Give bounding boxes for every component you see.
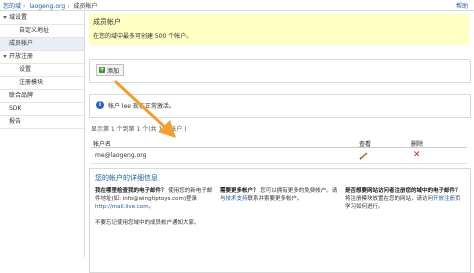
breadcrumb: 您的域 › laogeng.org › 成员帐户 (3, 1, 100, 10)
details-text: 将注册模块放置在您的网站，请访问 (345, 196, 434, 202)
sidebar-item-label: 自定义地址 (19, 27, 50, 34)
sidebar-item-label: 注册模块 (19, 79, 44, 86)
sidebar-item-label: 报告 (9, 118, 22, 125)
details-column-open-signup: 是否想要网站访问者注册您的域中的电子邮件？ 将注册模块放置在您的网站，请访问开放… (345, 187, 463, 211)
breadcrumb-domain[interactable]: laogeng.org (29, 3, 65, 10)
sidebar-item-settings[interactable]: 设置 (0, 64, 84, 77)
expand-icon (3, 16, 7, 19)
sidebar-item-label: 成员帐户 (9, 40, 34, 47)
sidebar-item-custom-addresses[interactable]: 自定义地址 (0, 25, 84, 38)
column-header-account: 帐户名 (93, 141, 112, 148)
details-heading: 是否想要网站访问者注册您的域中的电子邮件？ (345, 188, 461, 194)
help-link[interactable]: 帮助 (456, 1, 468, 10)
mail-live-link[interactable]: http://mail.live.com (95, 204, 149, 210)
expand-icon (3, 55, 7, 58)
sidebar-item-label: SDK (9, 105, 22, 112)
account-email: me@laogeng.org (95, 152, 147, 159)
sidebar-item-domain-settings[interactable]: 域设置 (0, 12, 84, 25)
top-bar: 您的域 › laogeng.org › 成员帐户 帮助 (0, 0, 474, 11)
info-message: 帐户 lee 现在正常激活。 (108, 103, 175, 110)
column-header-view: 查看 (359, 141, 372, 148)
sidebar: 域设置 自定义地址 成员帐户 开放注册 设置 注册模块 联合品牌 SDK 报告 (0, 12, 85, 257)
sidebar-item-reports[interactable]: 报告 (0, 116, 84, 129)
toolbar: + 添加 (89, 59, 471, 83)
sidebar-item-label: 设置 (19, 66, 32, 73)
sidebar-item-label: 域设置 (9, 14, 28, 21)
info-banner: i 帐户 lee 现在正常激活。 (89, 94, 471, 118)
page-title: 成员帐户 (93, 18, 121, 26)
sidebar-item-label: 开放注册 (9, 53, 34, 60)
sidebar-item-signup-module[interactable]: 注册模块 (0, 77, 84, 90)
account-count: 显示第 1 个到第 1 个(共 1 个帐户 ) (91, 126, 187, 133)
details-heading: 需要更多帐户？ (220, 188, 259, 194)
table-row: me@laogeng.org ✕ (91, 149, 467, 164)
details-column-more-accounts: 需要更多帐户？ 您可以拥有更多的免费帐户。请与技术支持联系并索要更多帐户。 (220, 187, 338, 203)
open-membership-link[interactable]: 开放注册 (433, 196, 455, 202)
details-text: 。 (148, 204, 155, 210)
info-icon: i (96, 101, 104, 109)
sidebar-item-open-membership[interactable]: 开放注册 (0, 51, 84, 64)
add-button-label: 添加 (107, 67, 120, 75)
column-header-delete: 删除 (411, 141, 424, 148)
details-column-check-email: 我在哪里检查我的电子邮件？ 使用您的新电子邮件地址(如: info@wingti… (95, 187, 213, 227)
table-header: 帐户名 查看 删除 (91, 135, 467, 148)
sidebar-item-co-branding[interactable]: 联合品牌 (0, 90, 84, 103)
account-details-panel: 您的帐户的详细信息 我在哪里检查我的电子邮件？ 使用您的新电子邮件地址(如: i… (89, 168, 471, 273)
page-header: 成员帐户 在您的域中最多可创建 500 个帐户。 (89, 14, 469, 45)
breadcrumb-separator: › (67, 3, 70, 10)
details-title: 您的帐户的详细信息 (95, 174, 158, 182)
breadcrumb-your-domains[interactable]: 您的域 (3, 3, 21, 10)
breadcrumb-separator: › (23, 3, 26, 10)
details-text: 联系并索要更多帐户。 (247, 196, 303, 202)
breadcrumb-current: 成员帐户 (73, 3, 98, 10)
details-heading: 我在哪里检查我的电子邮件？ (95, 188, 167, 194)
plus-icon: + (99, 66, 105, 73)
sidebar-item-sdk[interactable]: SDK (0, 103, 84, 116)
page-subtitle: 在您的域中最多可创建 500 个帐户。 (93, 33, 193, 40)
add-account-button[interactable]: + 添加 (96, 64, 125, 76)
sidebar-item-member-accounts[interactable]: 成员帐户 (0, 38, 84, 51)
pencil-icon[interactable] (359, 152, 369, 160)
tech-support-link[interactable]: 技术支持 (226, 196, 248, 202)
delete-icon[interactable]: ✕ (413, 151, 421, 160)
sidebar-item-label: 联合品牌 (9, 92, 34, 99)
details-note: 不要忘记使用您域中的成员帐户通知大家。 (95, 220, 200, 226)
